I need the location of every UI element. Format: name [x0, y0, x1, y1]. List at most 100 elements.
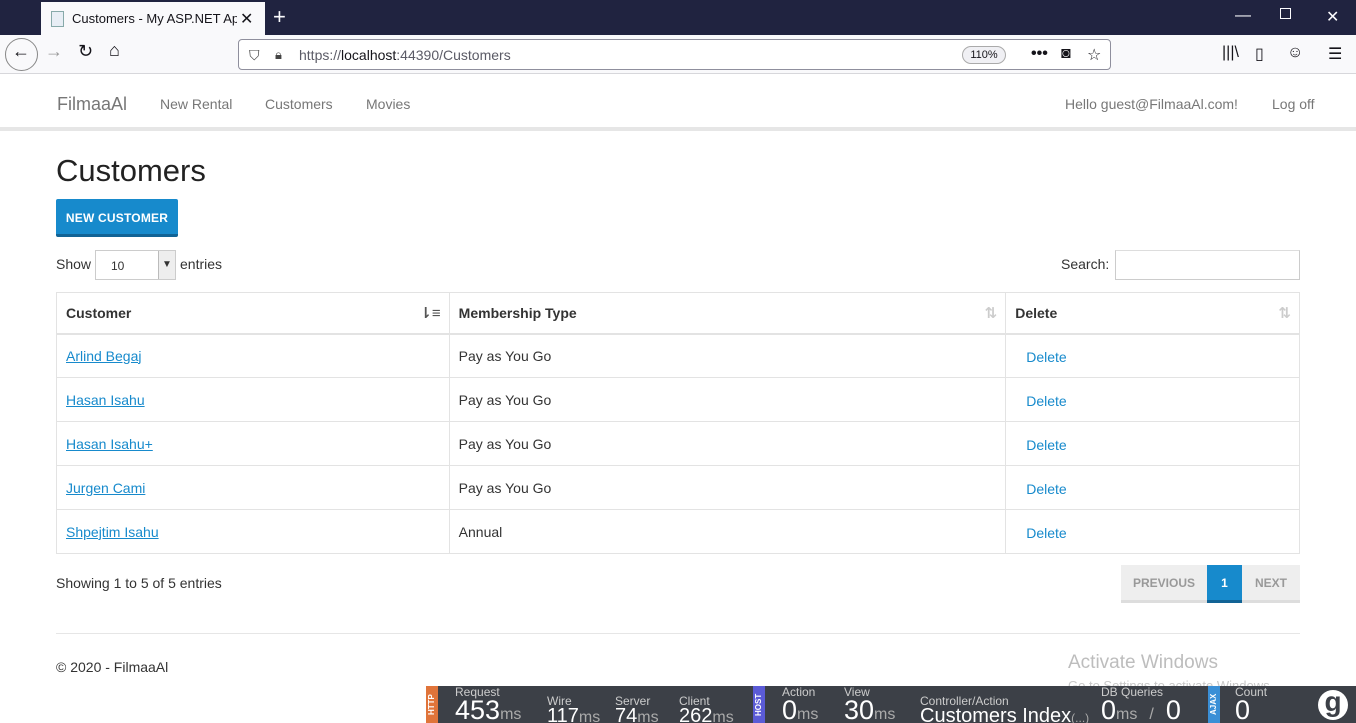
request-unit: ms: [500, 706, 522, 723]
table-row: Hasan Isahu+ Pay as You Go Delete: [56, 421, 1300, 466]
forward-arrow-icon[interactable]: →: [45, 41, 63, 62]
site-navbar: FilmaaAl New Rental Customers Movies Hel…: [0, 75, 1356, 131]
view-unit: ms: [874, 706, 896, 723]
reload-icon[interactable]: ↻: [78, 41, 93, 62]
header-membership-label: Membership Type: [458, 304, 577, 321]
delete-link[interactable]: Delete: [1015, 481, 1066, 497]
brand-link[interactable]: FilmaaAl: [57, 94, 127, 115]
library-icon[interactable]: |||\: [1222, 44, 1239, 62]
table-row: Shpejtim Isahu Annual Delete: [56, 509, 1300, 554]
glimpse-logo-icon[interactable]: g: [1318, 688, 1348, 720]
delete-link[interactable]: Delete: [1015, 349, 1066, 365]
membership-cell: Pay as You Go: [448, 421, 1007, 466]
glimpse-count[interactable]: Count 0: [1235, 686, 1267, 723]
back-arrow-icon[interactable]: ←: [12, 41, 30, 62]
glimpse-action[interactable]: Action 0ms: [782, 686, 818, 723]
page-title: Customers: [56, 153, 206, 188]
home-icon[interactable]: ⌂: [109, 40, 120, 61]
delete-link[interactable]: Delete: [1015, 393, 1066, 409]
header-customer-label: Customer: [66, 304, 132, 321]
table-info: Showing 1 to 5 of 5 entries: [56, 575, 222, 591]
zoom-indicator[interactable]: 110%: [962, 46, 1006, 64]
pocket-icon[interactable]: ◙: [1061, 45, 1071, 63]
glimpse-controller[interactable]: Controller/Action Customers Index(...): [920, 695, 1089, 723]
customer-link[interactable]: Hasan Isahu+: [66, 436, 153, 452]
glimpse-bar: HTTP Request 453ms Wire 117ms Server 74m…: [426, 686, 1356, 723]
delete-link[interactable]: Delete: [1015, 525, 1066, 541]
delete-link[interactable]: Delete: [1015, 437, 1066, 453]
sort-icon[interactable]: ⇅: [985, 304, 998, 322]
customer-link[interactable]: Shpejtim Isahu: [66, 524, 159, 540]
header-membership[interactable]: Membership Type ⇅: [448, 292, 1007, 335]
membership-cell: Annual: [448, 509, 1007, 554]
customer-link[interactable]: Jurgen Cami: [66, 480, 145, 496]
glimpse-request[interactable]: Request 453ms: [455, 686, 521, 723]
nav-movies[interactable]: Movies: [366, 96, 410, 112]
server-unit: ms: [637, 709, 659, 723]
glimpse-db[interactable]: DB Queries 0ms/0: [1101, 686, 1181, 723]
url-bar[interactable]: ⛉ 🔒︎ https://localhost:44390/Customers 1…: [238, 39, 1111, 70]
membership-cell: Pay as You Go: [448, 377, 1007, 422]
http-tag[interactable]: HTTP: [426, 686, 438, 723]
shield-icon[interactable]: ⛉: [249, 47, 260, 64]
host-tag[interactable]: HOST: [753, 686, 765, 723]
nav-new-rental[interactable]: New Rental: [160, 96, 232, 112]
header-delete-label: Delete: [1015, 304, 1058, 321]
sidebar-icon[interactable]: ▯: [1255, 44, 1264, 64]
page-1-button[interactable]: 1: [1207, 565, 1242, 603]
url-text[interactable]: https://localhost:44390/Customers: [299, 47, 511, 63]
chevron-down-icon: ▼: [158, 251, 175, 279]
account-icon[interactable]: ☺: [1287, 44, 1303, 62]
glimpse-server[interactable]: Server 74ms: [615, 695, 659, 723]
customer-link[interactable]: Hasan Isahu: [66, 392, 145, 408]
ajax-tag[interactable]: AJAX: [1208, 686, 1220, 723]
user-greeting[interactable]: Hello guest@FilmaaAl.com!: [1065, 96, 1238, 112]
new-customer-button[interactable]: NEW CUSTOMER: [56, 199, 178, 237]
sort-icon[interactable]: ⇅: [1278, 304, 1291, 322]
nav-customers[interactable]: Customers: [265, 96, 333, 112]
request-value: 453: [455, 695, 501, 723]
page-length-select[interactable]: 10 ▼: [95, 250, 176, 280]
header-customer[interactable]: Customer ⇂≡: [56, 292, 450, 335]
table-row: Arlind Begaj Pay as You Go Delete: [56, 333, 1300, 378]
browser-toolbar: ← → ↻ ⌂ ⛉ 🔒︎ https://localhost:44390/Cus…: [0, 35, 1356, 74]
minimize-icon[interactable]: —: [1235, 7, 1251, 25]
search-input[interactable]: [1115, 250, 1300, 280]
wire-unit: ms: [578, 709, 601, 723]
client-value: 262: [679, 705, 713, 723]
browser-tab[interactable]: Customers - My ASP.NET Appli ✕: [41, 2, 265, 35]
header-delete[interactable]: Delete ⇅: [1005, 292, 1300, 335]
controller-value: Customers Index: [920, 705, 1072, 723]
table-row: Hasan Isahu Pay as You Go Delete: [56, 377, 1300, 422]
new-tab-icon[interactable]: +: [273, 4, 286, 30]
controller-suffix: (...): [1071, 711, 1090, 723]
customer-link[interactable]: Arlind Begaj: [66, 348, 142, 364]
entries-label: entries: [180, 256, 223, 272]
glimpse-view[interactable]: View 30ms: [844, 686, 895, 723]
show-label: Show: [56, 256, 92, 272]
footer-divider: [56, 633, 1300, 634]
page-length-value: 10: [111, 259, 125, 273]
glimpse-client[interactable]: Client 262ms: [679, 695, 734, 723]
bookmark-star-icon[interactable]: ☆: [1087, 45, 1101, 65]
page-actions-icon[interactable]: •••: [1031, 45, 1048, 63]
menu-icon[interactable]: ☰: [1328, 44, 1342, 64]
lock-icon[interactable]: 🔒︎: [275, 47, 282, 63]
tab-title: Customers - My ASP.NET Appli: [72, 11, 237, 26]
logoff-link[interactable]: Log off: [1272, 96, 1315, 112]
browser-titlebar: Customers - My ASP.NET Appli ✕ + — ✕: [0, 0, 1356, 35]
next-button[interactable]: NEXT: [1242, 565, 1300, 603]
membership-cell: Pay as You Go: [448, 465, 1007, 510]
sort-ascending-icon[interactable]: ⇂≡: [419, 304, 440, 322]
footer-text: © 2020 - FilmaaAl: [56, 659, 169, 675]
close-tab-icon[interactable]: ✕: [240, 9, 253, 29]
action-unit: ms: [797, 706, 819, 723]
maximize-icon[interactable]: [1280, 8, 1291, 19]
glimpse-wire[interactable]: Wire 117ms: [547, 695, 600, 723]
customers-table: Customer ⇂≡ Membership Type ⇅ Delete ⇅ Arli…: [56, 292, 1300, 554]
previous-button[interactable]: PREVIOUS: [1121, 565, 1207, 603]
db-count: 0: [1165, 695, 1181, 723]
client-unit: ms: [712, 709, 734, 723]
activation-watermark-title: Activate Windows: [1068, 652, 1218, 673]
close-window-icon[interactable]: ✕: [1326, 7, 1339, 27]
